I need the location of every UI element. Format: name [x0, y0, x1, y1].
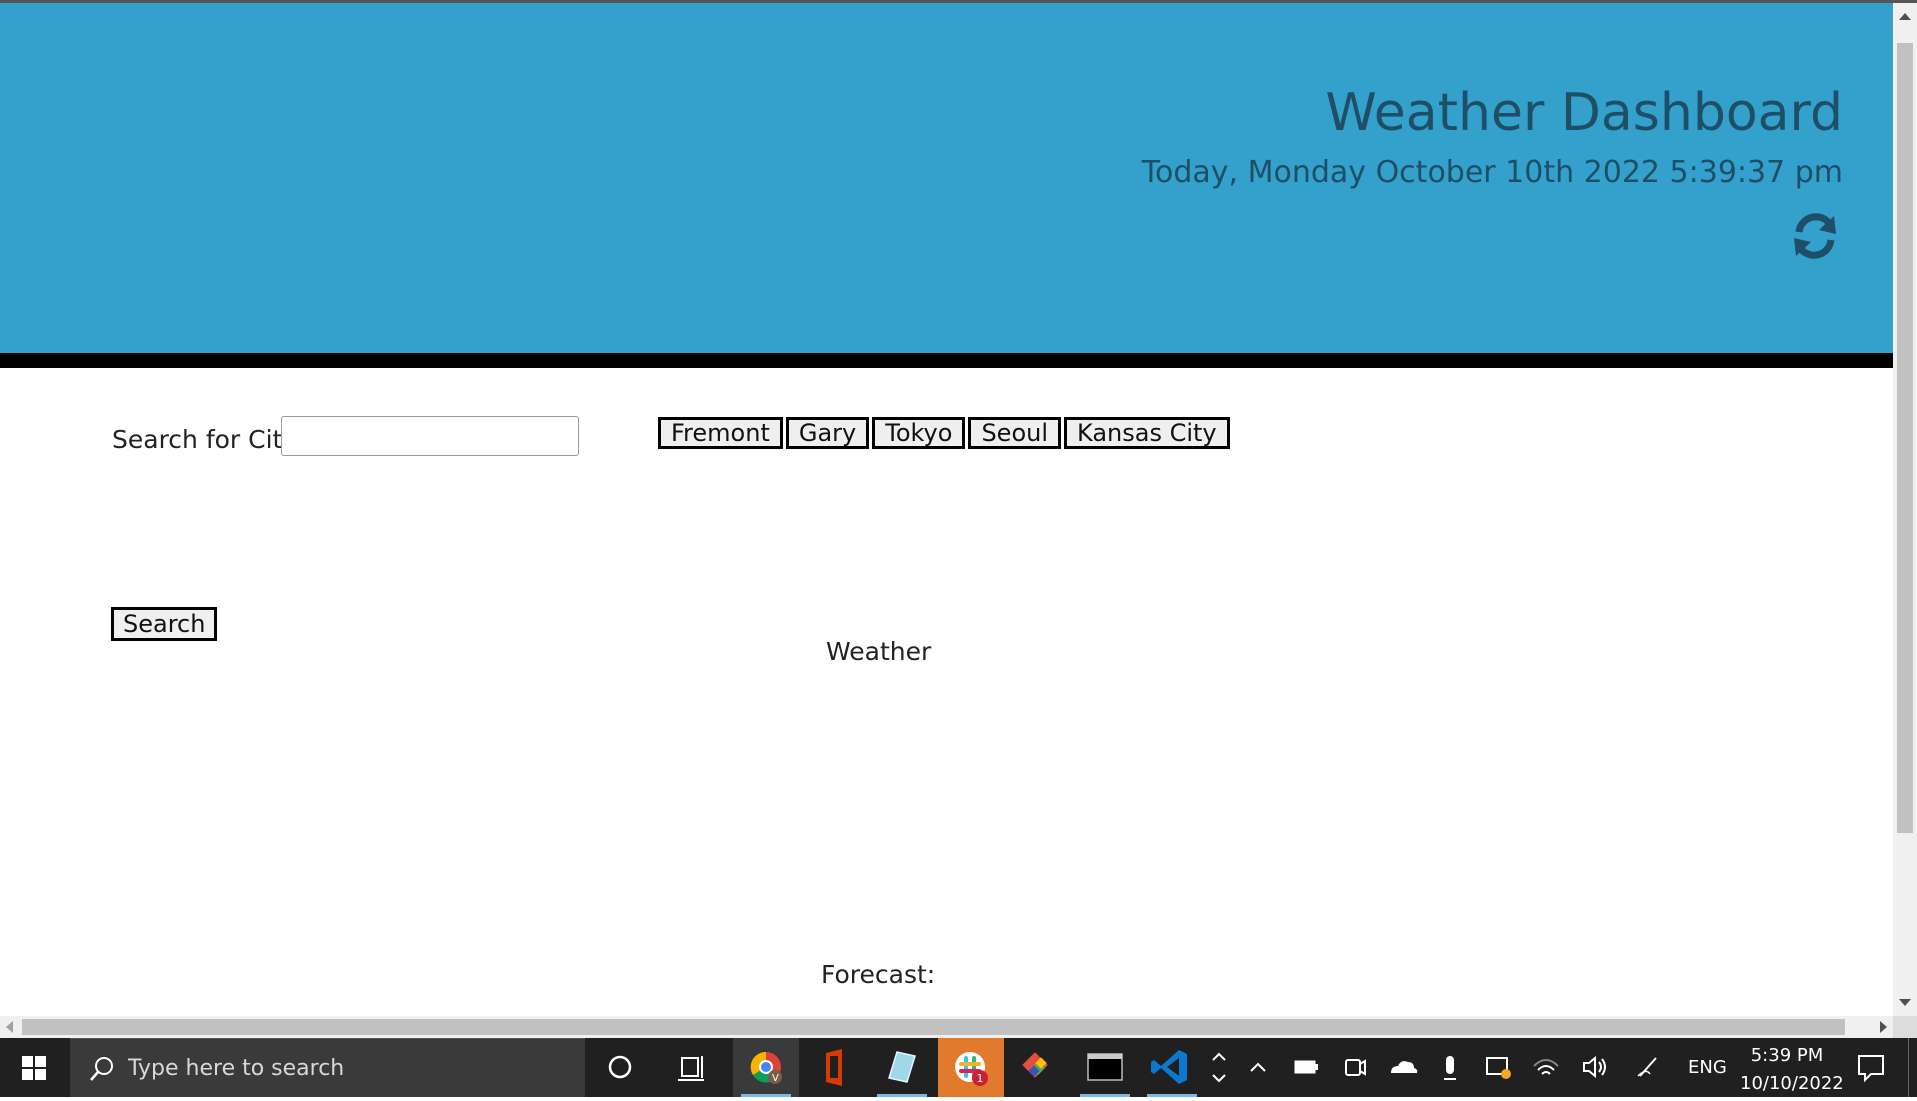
onedrive-icon: [1391, 1061, 1418, 1073]
vertical-scrollbar[interactable]: [1893, 3, 1917, 1016]
cortana-icon: [608, 1055, 632, 1079]
git-icon: [1022, 1052, 1048, 1078]
city-button-kansas-city[interactable]: Kansas City: [1064, 417, 1230, 449]
windows-icon: [22, 1056, 46, 1080]
task-view-icon: [678, 1056, 704, 1081]
search-button[interactable]: Search: [111, 607, 218, 641]
city-button-tokyo[interactable]: Tokyo: [872, 417, 966, 449]
wifi-icon: [1533, 1059, 1559, 1075]
tray-meet-now[interactable]: [1334, 1038, 1374, 1097]
tray-sync[interactable]: [1478, 1038, 1518, 1097]
search-label: Search for City: [112, 425, 298, 454]
refresh-icon: [1794, 213, 1836, 259]
pen-icon: [1637, 1057, 1657, 1077]
taskbar-search-box[interactable]: Type here to search: [70, 1038, 585, 1097]
header-divider: [0, 353, 1893, 368]
scroll-right-arrow-icon[interactable]: [1880, 1021, 1887, 1033]
microphone-icon: [1444, 1056, 1456, 1080]
clock-date: 10/10/2022: [1740, 1073, 1844, 1094]
office-icon: [826, 1049, 842, 1086]
search-icon: [90, 1057, 113, 1081]
city-button-seoul[interactable]: Seoul: [968, 417, 1061, 449]
taskbar-chrome[interactable]: V: [733, 1038, 799, 1097]
vertical-scroll-thumb[interactable]: [1897, 43, 1913, 833]
scrollbar-corner: [1893, 1016, 1917, 1038]
slack-badge: 1: [977, 1072, 984, 1085]
current-date: Today, Monday October 10th 2022 5:39:37 …: [1141, 155, 1843, 190]
tray-pen[interactable]: [1628, 1038, 1668, 1097]
terminal-icon: [1087, 1053, 1123, 1081]
task-view-button[interactable]: [660, 1038, 726, 1097]
scroll-up-arrow-icon[interactable]: [1899, 13, 1911, 20]
taskbar-terminal[interactable]: [1072, 1038, 1138, 1097]
city-button-fremont[interactable]: Fremont: [658, 417, 783, 449]
taskbar-clock[interactable]: 5:39 PM 10/10/2022: [1740, 1042, 1844, 1098]
page-title: Weather Dashboard: [1325, 83, 1843, 143]
taskbar-vscode[interactable]: [1139, 1038, 1205, 1097]
horizontal-scrollbar[interactable]: [0, 1016, 1893, 1038]
taskbar-slack[interactable]: 1: [938, 1038, 1004, 1097]
taskbar-notes[interactable]: [869, 1038, 935, 1097]
tray-microphone[interactable]: [1430, 1038, 1470, 1097]
clock-time: 5:39 PM: [1750, 1045, 1824, 1066]
city-search-input[interactable]: [281, 416, 579, 456]
sync-icon: [1486, 1057, 1511, 1079]
start-button[interactable]: [0, 1038, 68, 1097]
cortana-button[interactable]: [587, 1038, 653, 1097]
volume-icon: [1583, 1055, 1606, 1079]
notes-icon: [888, 1051, 916, 1083]
language-indicator[interactable]: ENG: [1688, 1057, 1727, 1078]
horizontal-scroll-thumb[interactable]: [22, 1019, 1845, 1035]
svg-text:V: V: [772, 1073, 779, 1084]
vscode-icon: [1151, 1050, 1187, 1084]
tray-wifi[interactable]: [1526, 1038, 1566, 1097]
battery-icon: [1294, 1060, 1318, 1074]
taskbar-search-placeholder: Type here to search: [128, 1056, 345, 1081]
taskbar: Type here to search V 1 ENG 5:39 PM 10/1…: [0, 1038, 1917, 1097]
slack-icon: 1: [955, 1052, 988, 1086]
main-content: Search for City Fremont Gary Tokyo Seoul…: [0, 368, 1893, 1016]
saved-cities-list: Fremont Gary Tokyo Seoul Kansas City: [658, 417, 1233, 449]
meet-now-icon: [1345, 1059, 1366, 1076]
show-desktop-button[interactable]: [1908, 1038, 1917, 1097]
show-hidden-icons-button[interactable]: [1238, 1038, 1278, 1097]
action-center-button[interactable]: [1845, 1038, 1895, 1097]
weather-heading: Weather: [826, 637, 932, 666]
chevron-up-icon: [1250, 1062, 1266, 1072]
notification-icon: [1858, 1055, 1884, 1083]
scroll-down-arrow-icon[interactable]: [1899, 999, 1911, 1006]
chrome-icon: V: [750, 1051, 782, 1084]
taskbar-git[interactable]: [1004, 1038, 1070, 1097]
refresh-button[interactable]: [1787, 208, 1843, 264]
scroll-left-arrow-icon[interactable]: [6, 1021, 13, 1033]
forecast-heading: Forecast:: [821, 960, 936, 989]
tray-volume[interactable]: [1574, 1038, 1614, 1097]
tray-battery[interactable]: [1286, 1038, 1326, 1097]
tray-onedrive[interactable]: [1382, 1038, 1422, 1097]
chevron-up-down-icon: [1212, 1052, 1226, 1083]
taskbar-office[interactable]: [802, 1038, 868, 1097]
taskbar-scroll-arrows[interactable]: [1207, 1038, 1231, 1097]
city-button-gary[interactable]: Gary: [785, 417, 870, 449]
page-header: Weather Dashboard Today, Monday October …: [0, 3, 1893, 353]
